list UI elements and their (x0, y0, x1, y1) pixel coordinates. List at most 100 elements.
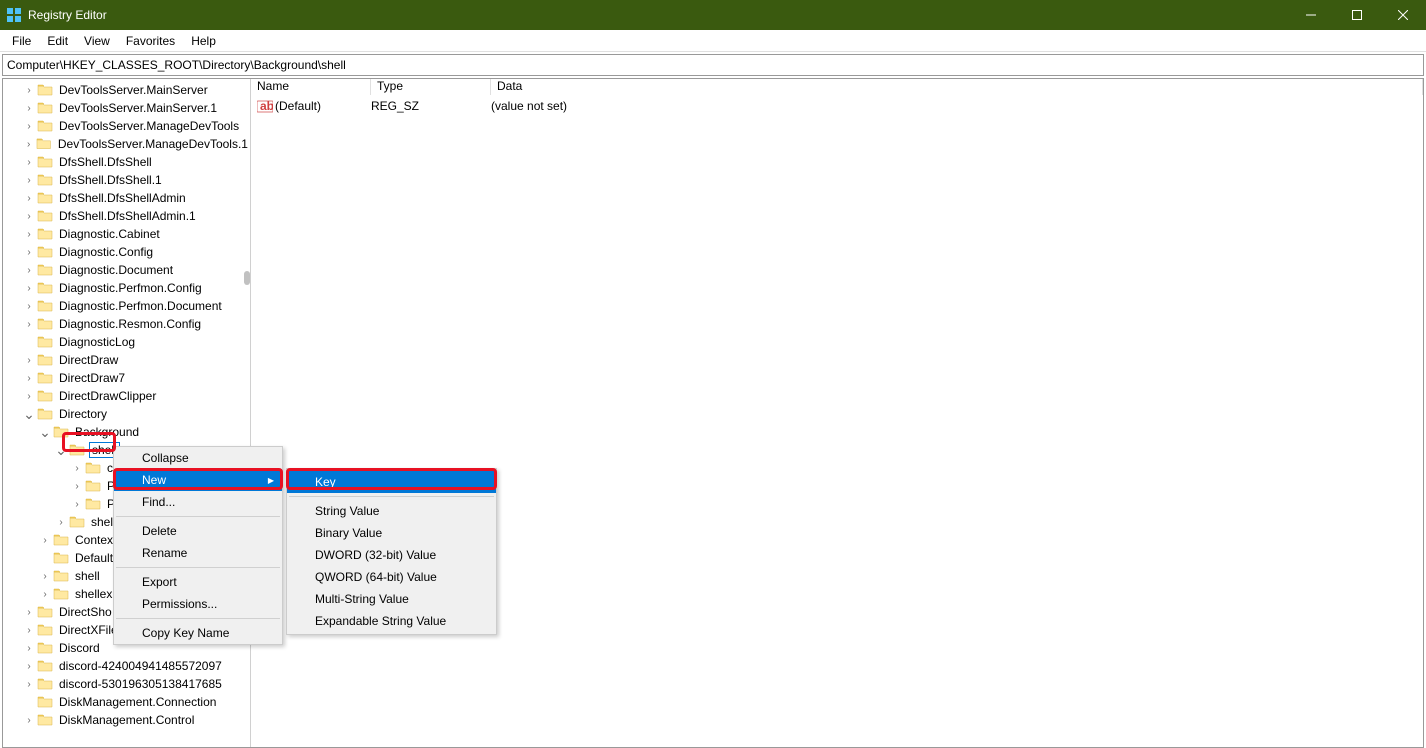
chevron-right-icon[interactable]: › (21, 229, 37, 240)
tree-item[interactable]: ›DevToolsServer.MainServer.1 (3, 99, 250, 117)
chevron-right-icon[interactable]: › (21, 211, 37, 222)
value-row[interactable]: ab (Default) REG_SZ (value not set) (251, 95, 1423, 115)
ctx-new-binary[interactable]: Binary Value (287, 522, 496, 544)
folder-icon (37, 119, 53, 133)
tree-item[interactable]: ›DevToolsServer.ManageDevTools.1 (3, 135, 250, 153)
chevron-right-icon[interactable]: › (21, 715, 37, 726)
menu-help[interactable]: Help (183, 32, 224, 50)
chevron-right-icon[interactable]: › (21, 139, 36, 150)
menu-file[interactable]: File (4, 32, 39, 50)
titlebar: Registry Editor (0, 0, 1426, 30)
chevron-down-icon[interactable]: ⌄ (53, 442, 69, 459)
tree-item[interactable]: ›discord-424004941485572097 (3, 657, 250, 675)
tree-panel[interactable]: › DevToolsServer.MainServer ›DevToolsServe… (3, 79, 251, 747)
tree-item[interactable]: ›DirectDrawClipper (3, 387, 250, 405)
folder-icon (37, 659, 53, 673)
tree-item[interactable]: DiskManagement.Connection (3, 693, 250, 711)
ctx-find[interactable]: Find... (114, 491, 282, 513)
tree-item[interactable]: ›DiskManagement.Control (3, 711, 250, 729)
chevron-down-icon[interactable]: ⌄ (37, 424, 53, 441)
tree-item[interactable]: ›DfsShell.DfsShell.1 (3, 171, 250, 189)
tree-item[interactable]: ›Diagnostic.Perfmon.Config (3, 279, 250, 297)
folder-icon (37, 263, 53, 277)
chevron-right-icon[interactable]: › (37, 571, 53, 582)
menu-edit[interactable]: Edit (39, 32, 76, 50)
chevron-right-icon[interactable]: › (21, 607, 37, 618)
chevron-right-icon[interactable]: › (69, 463, 85, 474)
tree-item[interactable]: ›DfsShell.DfsShellAdmin.1 (3, 207, 250, 225)
scrollbar-thumb[interactable] (244, 271, 250, 285)
ctx-new-string[interactable]: String Value (287, 500, 496, 522)
chevron-right-icon[interactable]: › (21, 355, 37, 366)
chevron-right-icon[interactable]: › (53, 517, 69, 528)
tree-item-label: Diagnostic.Config (57, 245, 155, 259)
tree-item[interactable]: DiagnosticLog (3, 333, 250, 351)
chevron-right-icon[interactable]: › (21, 283, 37, 294)
chevron-right-icon[interactable]: › (21, 103, 37, 114)
chevron-right-icon[interactable]: › (21, 625, 37, 636)
chevron-right-icon[interactable]: › (21, 643, 37, 654)
chevron-right-icon[interactable]: › (21, 391, 37, 402)
ctx-new[interactable]: New ▶ (114, 469, 282, 491)
tree-item[interactable]: › Diagnostic.Config (3, 243, 250, 261)
ctx-new-key[interactable]: Key (287, 471, 496, 493)
tree-item[interactable]: › DfsShell.DfsShellAdmin (3, 189, 250, 207)
tree-item[interactable]: ›DevToolsServer.ManageDevTools (3, 117, 250, 135)
chevron-right-icon[interactable]: › (21, 265, 37, 276)
submenu-arrow-icon: ▶ (268, 476, 274, 485)
folder-icon (53, 587, 69, 601)
tree-item[interactable]: ›discord-530196305138417685 (3, 675, 250, 693)
chevron-right-icon[interactable]: › (37, 535, 53, 546)
col-header-data[interactable]: Data (491, 79, 1423, 95)
col-header-name[interactable]: Name (251, 79, 371, 95)
chevron-right-icon[interactable]: › (21, 193, 37, 204)
ctx-copy-key-name[interactable]: Copy Key Name (114, 622, 282, 644)
chevron-right-icon[interactable]: › (21, 247, 37, 258)
window-title: Registry Editor (28, 8, 1288, 22)
ctx-export[interactable]: Export (114, 571, 282, 593)
ctx-new-qword[interactable]: QWORD (64-bit) Value (287, 566, 496, 588)
chevron-right-icon[interactable]: › (21, 679, 37, 690)
chevron-right-icon[interactable]: › (21, 373, 37, 384)
col-header-type[interactable]: Type (371, 79, 491, 95)
ctx-permissions[interactable]: Permissions... (114, 593, 282, 615)
maximize-button[interactable] (1334, 0, 1380, 30)
tree-item[interactable]: ›DirectDraw7 (3, 369, 250, 387)
tree-item-label: DfsShell.DfsShellAdmin (57, 191, 188, 205)
tree-item[interactable]: › DfsShell.DfsShell (3, 153, 250, 171)
close-button[interactable] (1380, 0, 1426, 30)
tree-item[interactable]: ⌄Directory (3, 405, 250, 423)
tree-item[interactable]: ›DirectDraw (3, 351, 250, 369)
ctx-rename[interactable]: Rename (114, 542, 282, 564)
ctx-new-expandable[interactable]: Expandable String Value (287, 610, 496, 632)
address-bar[interactable]: Computer\HKEY_CLASSES_ROOT\Directory\Bac… (2, 54, 1424, 76)
chevron-right-icon[interactable]: › (21, 301, 37, 312)
chevron-right-icon[interactable]: › (37, 589, 53, 600)
ctx-new-multistring[interactable]: Multi-String Value (287, 588, 496, 610)
chevron-right-icon[interactable]: › (21, 85, 37, 96)
chevron-right-icon[interactable]: › (69, 499, 85, 510)
tree-item[interactable]: ›Diagnostic.Resmon.Config (3, 315, 250, 333)
tree-item-label: DfsShell.DfsShell (57, 155, 154, 169)
chevron-down-icon[interactable]: ⌄ (21, 406, 37, 423)
menu-favorites[interactable]: Favorites (118, 32, 183, 50)
tree-item-label: DevToolsServer.MainServer (57, 83, 210, 97)
chevron-right-icon[interactable]: › (21, 319, 37, 330)
chevron-right-icon[interactable]: › (69, 481, 85, 492)
tree-item[interactable]: ›Diagnostic.Cabinet (3, 225, 250, 243)
chevron-right-icon[interactable]: › (21, 661, 37, 672)
tree-item[interactable]: ⌄Background (3, 423, 250, 441)
ctx-collapse[interactable]: Collapse (114, 447, 282, 469)
folder-icon (37, 209, 53, 223)
chevron-right-icon[interactable]: › (21, 157, 37, 168)
chevron-right-icon[interactable]: › (21, 121, 37, 132)
minimize-button[interactable] (1288, 0, 1334, 30)
menu-view[interactable]: View (76, 32, 118, 50)
ctx-delete[interactable]: Delete (114, 520, 282, 542)
chevron-right-icon[interactable]: › (21, 175, 37, 186)
tree-item[interactable]: ›Diagnostic.Document (3, 261, 250, 279)
ctx-new-dword[interactable]: DWORD (32-bit) Value (287, 544, 496, 566)
tree-item[interactable]: ›Diagnostic.Perfmon.Document (3, 297, 250, 315)
tree-item[interactable]: › DevToolsServer.MainServer (3, 81, 250, 99)
folder-icon (37, 407, 53, 421)
